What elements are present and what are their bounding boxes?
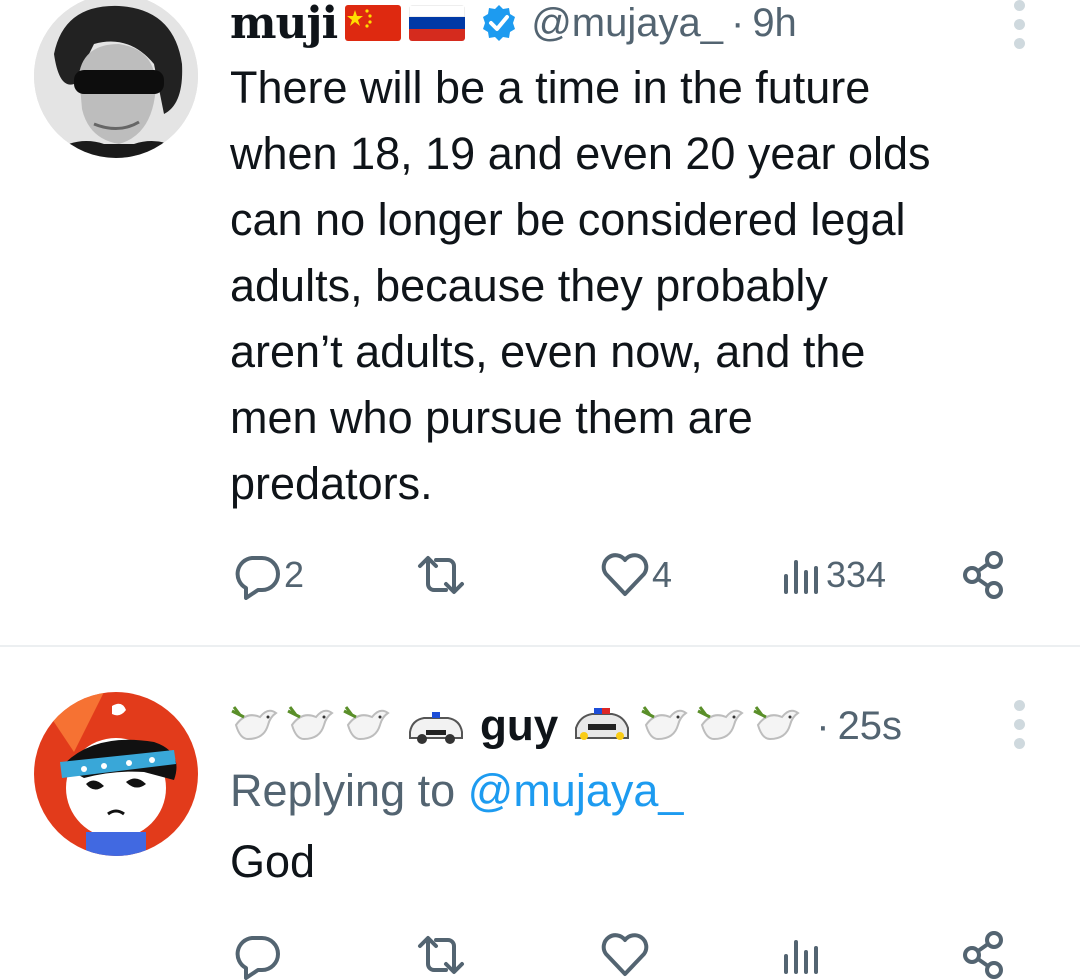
separator-dot: · — [730, 0, 745, 45]
dove-icon — [230, 703, 280, 749]
tweet-text-line: predators. — [230, 458, 433, 509]
tweet-text-line: can no longer be considered legal — [230, 194, 906, 245]
author-name[interactable]: muji — [230, 0, 338, 49]
views-icon — [784, 560, 818, 594]
replying-mention[interactable]: @mujaya_ — [468, 765, 684, 816]
china-flag-icon — [345, 5, 402, 41]
verified-badge-icon — [479, 3, 519, 43]
share-button[interactable] — [960, 930, 1010, 980]
tweet-divider — [0, 645, 1080, 647]
reply-icon — [235, 936, 280, 980]
police-car-icon — [572, 706, 632, 746]
more-options-icon[interactable] — [1014, 0, 1026, 57]
action-bar — [230, 930, 1010, 980]
tweet-text-line: when 18, 19 and even 20 year olds — [230, 128, 931, 179]
share-icon — [963, 931, 1003, 979]
like-button[interactable]: 4 — [598, 550, 672, 600]
tweet-text: God — [230, 836, 316, 887]
dove-icon — [696, 703, 746, 749]
tweet-text-line: adults, because they probably — [230, 260, 828, 311]
reply-button[interactable] — [230, 930, 284, 980]
reply-icon — [235, 556, 280, 600]
russia-flag-icon — [409, 5, 466, 41]
tweet-1[interactable]: muji @mujaya_ · 9h There will be a time … — [0, 0, 1080, 646]
retweet-button[interactable] — [410, 930, 472, 980]
share-icon — [963, 551, 1003, 599]
author-handle[interactable]: @mujaya_ — [531, 1, 723, 46]
retweet-icon — [418, 936, 464, 974]
reply-button[interactable]: 2 — [230, 550, 304, 600]
tweet-text: There will be a time in the future when … — [230, 55, 1030, 517]
tweet-text-line: aren’t adults, even now, and the — [230, 326, 866, 377]
more-options-icon[interactable] — [1014, 700, 1026, 757]
tweet-header: guy · 25s — [230, 698, 902, 754]
action-bar: 2 4 334 — [230, 550, 1010, 600]
author-name[interactable]: guy — [480, 701, 558, 751]
dove-icon — [342, 703, 392, 749]
tweet-text-line: men who pursue them are — [230, 392, 753, 443]
views-button[interactable]: 334 — [778, 550, 886, 600]
views-button[interactable] — [778, 930, 826, 980]
avatar-muji[interactable] — [34, 0, 198, 158]
retweet-button[interactable] — [410, 550, 472, 600]
timestamp[interactable]: 25s — [838, 704, 903, 749]
reply-count: 2 — [284, 554, 305, 595]
tweet-header: muji @mujaya_ · 9h — [230, 0, 797, 54]
retweet-icon — [418, 556, 464, 594]
replying-prefix: Replying to — [230, 765, 468, 816]
views-icon — [784, 940, 818, 974]
avatar-guy[interactable] — [34, 692, 198, 856]
heart-icon — [601, 553, 649, 596]
dove-icon — [286, 703, 336, 749]
like-button[interactable] — [598, 930, 652, 980]
timestamp[interactable]: 9h — [752, 1, 797, 46]
view-count: 334 — [826, 554, 887, 595]
heart-icon — [601, 933, 649, 976]
dove-icon — [640, 703, 690, 749]
dove-icon — [752, 703, 802, 749]
tweet-text-line: There will be a time in the future — [230, 62, 871, 113]
replying-to: Replying to @mujaya_ — [230, 765, 683, 817]
share-button[interactable] — [960, 550, 1010, 600]
separator-dot: · — [816, 703, 830, 748]
police-car-icon — [406, 706, 466, 746]
like-count: 4 — [652, 554, 673, 595]
